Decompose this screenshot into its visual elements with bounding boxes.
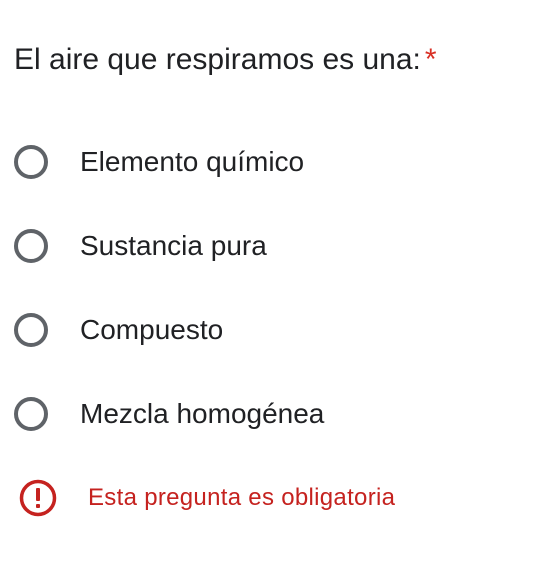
option-label: Sustancia pura <box>80 230 267 261</box>
radio-button[interactable] <box>14 229 48 263</box>
question-text: El aire que respiramos es una: <box>14 43 421 76</box>
option-compuesto[interactable]: Compuesto <box>14 310 223 350</box>
option-label: Compuesto <box>80 314 224 345</box>
error-message: Esta pregunta es obligatoria <box>88 484 396 511</box>
question-title: El aire que respiramos es una: * <box>14 40 437 80</box>
option-label: Mezcla homogénea <box>80 398 325 429</box>
option-sustancia-pura[interactable]: Sustancia pura <box>14 226 267 266</box>
radio-button[interactable] <box>14 313 48 347</box>
radio-button[interactable] <box>14 145 48 179</box>
option-elemento-quimico[interactable]: Elemento químico <box>14 142 304 182</box>
option-mezcla-homogenea[interactable]: Mezcla homogénea <box>14 394 324 434</box>
option-label: Elemento químico <box>80 146 305 177</box>
error-icon <box>19 479 57 517</box>
required-asterisk: * <box>424 43 437 76</box>
radio-button[interactable] <box>14 397 48 431</box>
validation-error: Esta pregunta es obligatoria <box>18 478 395 518</box>
